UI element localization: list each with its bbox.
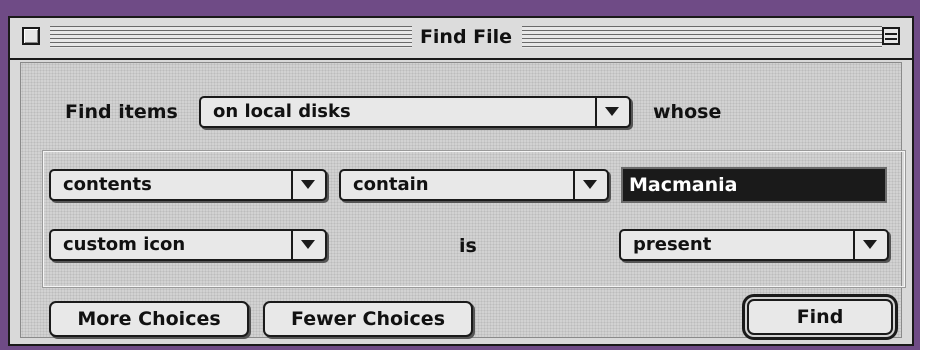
chevron-down-icon [291, 231, 325, 259]
title-bar-stripes-right [522, 26, 882, 48]
title-bar[interactable]: Find File [10, 18, 912, 60]
chevron-down-icon [853, 231, 887, 259]
criterion-2-attribute-value: custom icon [63, 234, 186, 255]
find-button[interactable]: Find [747, 299, 893, 335]
chevron-down-icon [573, 171, 607, 199]
location-popup-value: on local disks [213, 101, 351, 122]
fewer-choices-button[interactable]: Fewer Choices [263, 301, 473, 337]
criterion-2-value-popup[interactable]: present [619, 229, 889, 261]
criterion-2-operator-label: is [459, 235, 477, 257]
criterion-1-attribute-popup[interactable]: contents [49, 169, 327, 201]
chevron-down-icon [595, 98, 629, 126]
find-file-window: Find File Find items on local disks whos… [8, 16, 914, 346]
window-title: Find File [414, 24, 518, 50]
criterion-1-operator-value: contain [353, 174, 429, 195]
location-popup[interactable]: on local disks [199, 96, 631, 128]
zoom-box-icon[interactable] [882, 27, 900, 45]
criterion-2-attribute-popup[interactable]: custom icon [49, 229, 327, 261]
criterion-1-value-field[interactable]: Macmania [621, 167, 887, 203]
dialog-content: Find items on local disks whose contents… [20, 62, 906, 338]
criterion-2-value-text: present [633, 234, 712, 255]
title-bar-stripes-left [50, 26, 412, 48]
close-box-icon[interactable] [22, 27, 40, 45]
criterion-1-operator-popup[interactable]: contain [339, 169, 609, 201]
find-items-label: Find items [65, 101, 178, 123]
criterion-1-attribute-value: contents [63, 174, 152, 195]
whose-label: whose [653, 101, 722, 123]
more-choices-button[interactable]: More Choices [49, 301, 249, 337]
chevron-down-icon [291, 171, 325, 199]
